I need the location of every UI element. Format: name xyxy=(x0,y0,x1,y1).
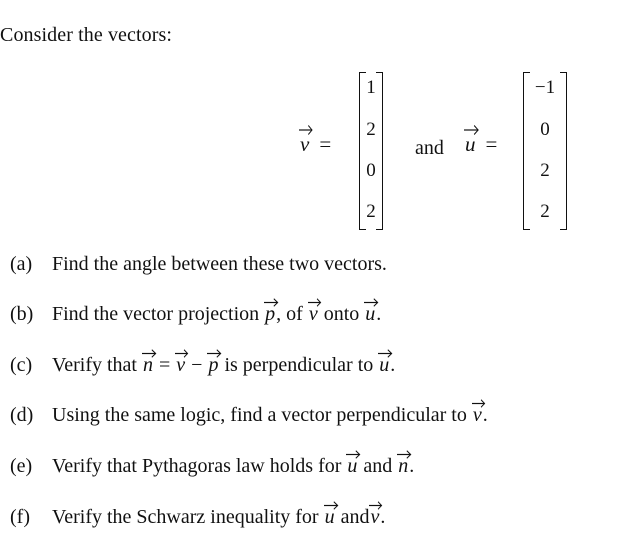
vector-arrow-icon xyxy=(364,298,379,307)
vector-symbol: u xyxy=(364,298,379,326)
vector-arrow-icon xyxy=(397,450,412,459)
question-text: onto xyxy=(318,303,365,325)
vector-u-symbol: u xyxy=(464,125,479,157)
vector-letter: v xyxy=(176,354,186,376)
vector-arrow-icon xyxy=(299,124,313,135)
question-text: . xyxy=(409,455,415,477)
question-text: . xyxy=(376,303,382,325)
vector-v-entry-4: 2 xyxy=(366,201,376,222)
vector-letter: n xyxy=(142,354,153,376)
vector-v-entry-2: 2 xyxy=(366,119,376,140)
vector-symbol: u xyxy=(346,450,361,478)
question-text: Verify that Pythagoras law holds for xyxy=(52,455,347,477)
vector-arrow-icon xyxy=(175,349,189,358)
question-item: (f) Verify the Schwarz inequality for u a… xyxy=(10,501,386,529)
question-text: = xyxy=(153,354,176,376)
vector-symbol: u xyxy=(378,349,393,377)
vector-arrow-icon xyxy=(323,501,338,510)
question-text: Find the angle between these two vectors… xyxy=(52,253,387,275)
vector-u-label: u = xyxy=(464,125,505,157)
vector-symbol: v xyxy=(307,298,322,326)
vector-v-matrix: 1 2 0 2 xyxy=(359,72,383,230)
vector-letter: v xyxy=(472,404,482,426)
question-item: (b) Find the vector projection p, of v on… xyxy=(10,298,382,326)
vector-letter: u xyxy=(324,506,335,528)
vector-symbol: v xyxy=(175,349,189,377)
vector-symbol: p xyxy=(264,298,279,326)
question-letter: (f) xyxy=(10,506,30,528)
vector-u-matrix: −1 0 2 2 xyxy=(523,72,567,230)
vector-u-entry-2: 0 xyxy=(540,119,550,140)
question-text: Find the vector projection xyxy=(52,303,265,325)
and-word: and xyxy=(415,137,444,159)
vector-letter: u xyxy=(365,303,376,325)
vector-symbol: n xyxy=(141,349,157,377)
question-text: . xyxy=(390,354,396,376)
vector-v-entry-3: 0 xyxy=(366,160,376,181)
vector-letter: u xyxy=(347,455,358,477)
question-item: (c) Verify that n = v − p is perpendicula… xyxy=(10,349,396,377)
vector-symbol: p xyxy=(207,349,222,377)
vector-letter: u xyxy=(379,354,390,376)
vector-u-entry-1: −1 xyxy=(534,77,556,98)
vector-symbol: v xyxy=(471,399,486,427)
question-item: (a) Find the angle between these two vect… xyxy=(10,253,387,276)
intro-text: Consider the vectors: xyxy=(0,24,173,46)
vector-letter: n xyxy=(398,455,409,477)
vector-u-entry-4: 2 xyxy=(540,201,550,222)
vector-arrow-icon xyxy=(207,349,222,358)
question-text: . xyxy=(482,404,488,426)
question-text: and xyxy=(358,455,398,477)
vector-letter: p xyxy=(208,354,219,376)
question-item: (d) Using the same logic, find a vector p… xyxy=(10,399,488,427)
question-letter: (b) xyxy=(10,303,34,325)
vector-arrow-icon xyxy=(471,399,486,408)
question-letter: (d) xyxy=(10,404,34,426)
equals-sign: = xyxy=(485,132,498,156)
question-text: and xyxy=(335,506,370,528)
vector-v-symbol: v xyxy=(299,125,313,157)
vector-v-label: v = xyxy=(299,125,339,157)
vector-symbol: v xyxy=(369,501,383,529)
vector-letter: p xyxy=(265,303,276,325)
vector-arrow-icon xyxy=(264,298,279,307)
vector-symbol: n xyxy=(397,450,412,478)
vector-arrow-icon xyxy=(141,349,157,358)
vector-v-entry-1: 1 xyxy=(366,77,376,98)
question-letter: (e) xyxy=(10,455,33,477)
vector-symbol: u xyxy=(323,501,338,529)
question-letter: (c) xyxy=(10,354,33,376)
vector-letter: v xyxy=(308,303,318,325)
question-text: . xyxy=(380,506,386,528)
question-text: is perpendicular to xyxy=(219,354,379,376)
vector-arrow-icon xyxy=(464,124,479,135)
question-text: , of xyxy=(276,303,308,325)
question-letter: (a) xyxy=(10,253,33,275)
question-text: − xyxy=(186,354,208,376)
question-text: Using the same logic, find a vector perp… xyxy=(52,404,472,426)
vector-letter: v xyxy=(370,506,380,528)
vector-arrow-icon xyxy=(369,501,383,510)
vector-arrow-icon xyxy=(307,298,322,307)
vector-arrow-icon xyxy=(378,349,393,358)
question-text: Verify that xyxy=(52,354,142,376)
question-text: Verify the Schwarz inequality for xyxy=(52,506,324,528)
question-item: (e) Verify that Pythagoras law holds for … xyxy=(10,450,415,478)
equals-sign: = xyxy=(319,132,332,156)
vector-u-entry-3: 2 xyxy=(540,160,550,181)
vector-arrow-icon xyxy=(346,450,361,459)
